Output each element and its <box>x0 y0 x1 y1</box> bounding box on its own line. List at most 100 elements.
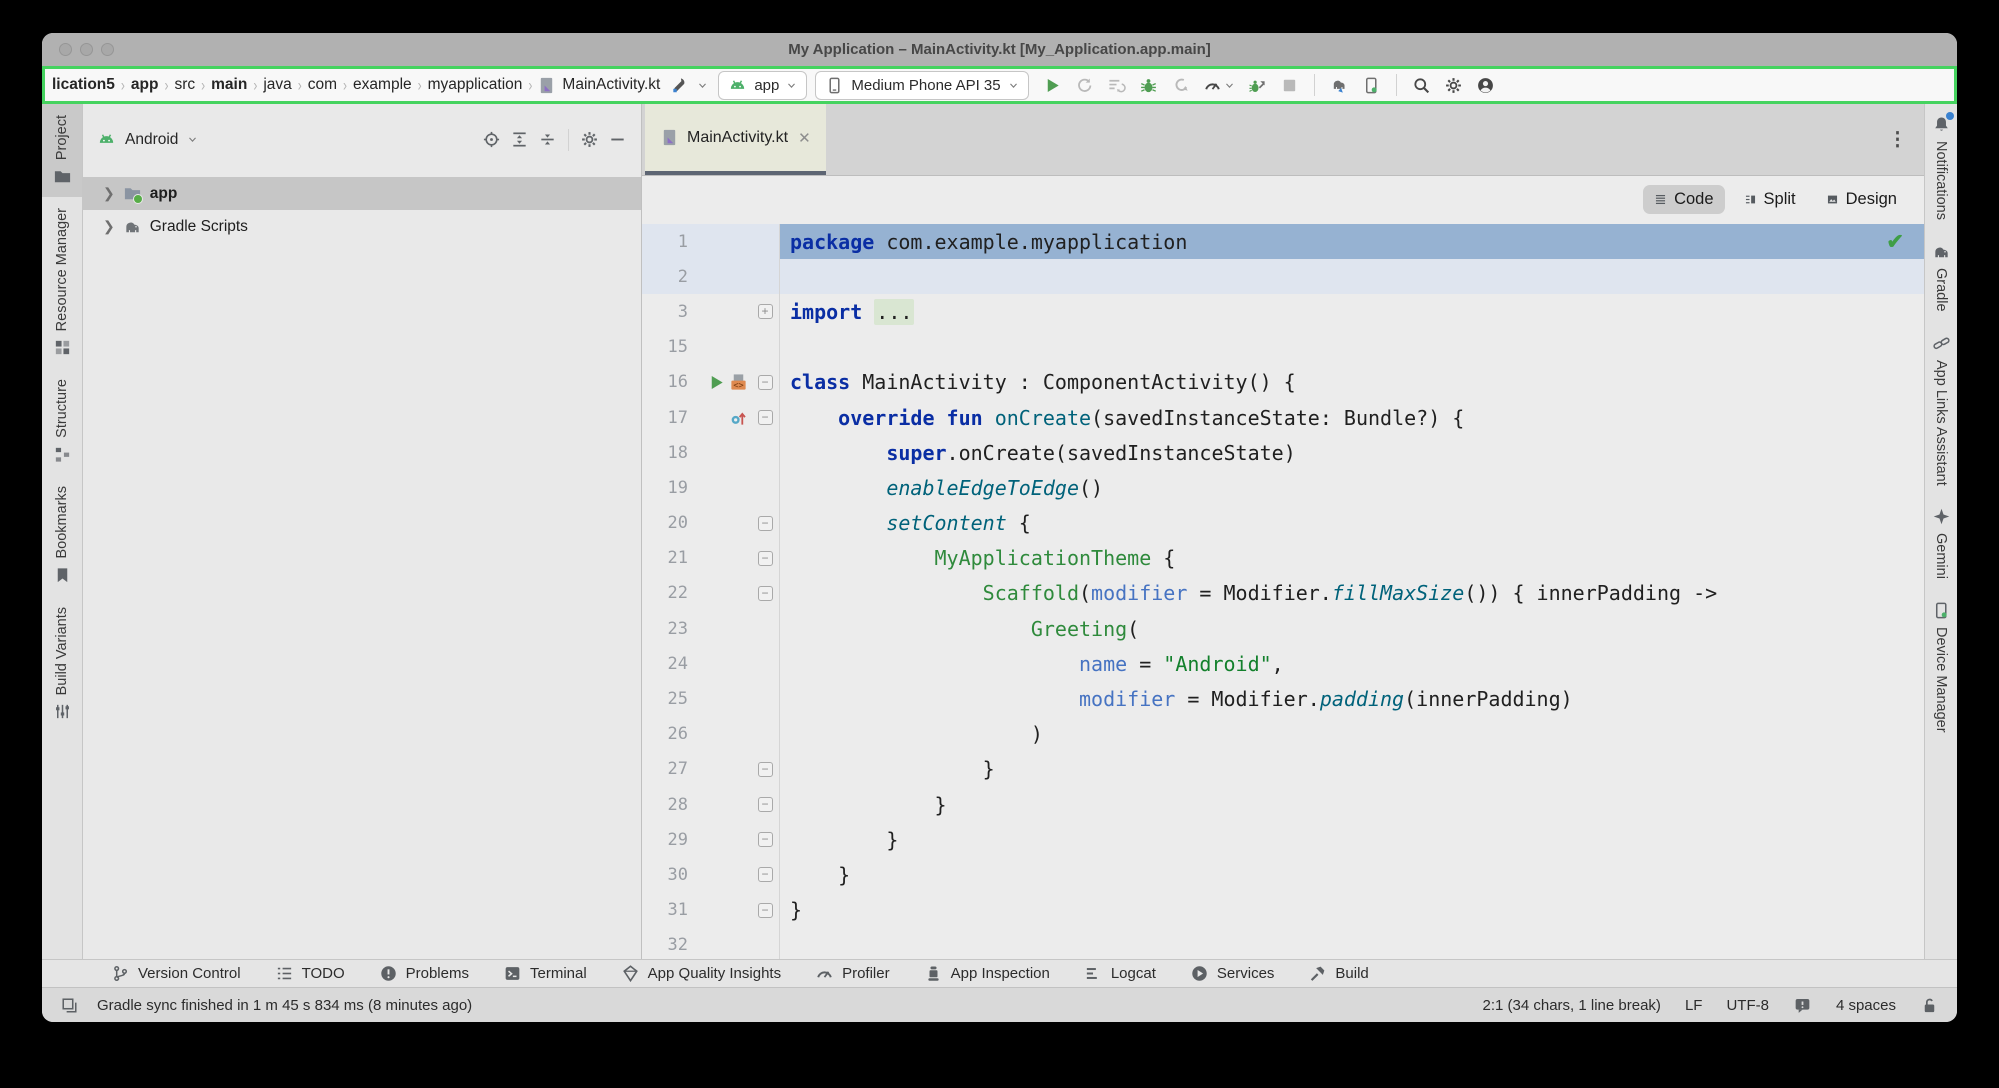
minimize-window-button[interactable] <box>80 43 93 56</box>
line-number[interactable]: 2 <box>642 267 688 287</box>
code-editor[interactable]: CodeSplitDesign 1package com.example.mya… <box>642 176 1924 959</box>
fold-collapse-icon[interactable]: − <box>758 586 773 601</box>
panel-settings-icon[interactable] <box>580 130 599 149</box>
collapse-all-icon[interactable] <box>538 130 557 149</box>
settings-button[interactable] <box>1444 76 1463 95</box>
fold-collapse-icon[interactable]: − <box>758 903 773 918</box>
code-line-22[interactable]: 22− Scaffold(modifier = Modifier.fillMax… <box>642 576 1924 611</box>
line-number[interactable]: 22 <box>642 583 688 603</box>
unlock-icon[interactable] <box>1920 996 1939 1015</box>
line-number[interactable]: 23 <box>642 619 688 639</box>
view-mode-split[interactable]: Split <box>1733 185 1807 214</box>
chevron-right-icon[interactable]: ❯ <box>103 218 115 235</box>
sidebar-tab-gradle[interactable]: Gradle <box>1925 231 1957 323</box>
line-number[interactable]: 3 <box>642 302 688 322</box>
code-line-29[interactable]: 29− } <box>642 822 1924 857</box>
code-line-25[interactable]: 25 modifier = Modifier.padding(innerPadd… <box>642 681 1924 716</box>
tree-row-app[interactable]: ❯app <box>83 177 641 210</box>
breadcrumb-item-app[interactable]: app <box>130 76 160 94</box>
sidebar-tab-notifications[interactable]: Notifications <box>1925 104 1957 231</box>
device-select[interactable]: Medium Phone API 35 <box>815 71 1028 100</box>
breadcrumb-item-java[interactable]: java <box>262 76 292 94</box>
breadcrumb-item-lication5[interactable]: lication5 <box>51 76 116 94</box>
sidebar-tab-structure[interactable]: Structure <box>42 368 82 475</box>
profile-debuggable-button[interactable] <box>1248 76 1267 95</box>
toolwindow-button-profiler[interactable]: Profiler <box>798 960 907 987</box>
zoom-window-button[interactable] <box>101 43 114 56</box>
caret-position[interactable]: 2:1 (34 chars, 1 line break) <box>1483 997 1661 1014</box>
sidebar-tab-device-manager[interactable]: Device Manager <box>1925 590 1957 744</box>
toolwindow-button-terminal[interactable]: Terminal <box>486 960 604 987</box>
sidebar-tab-bookmarks[interactable]: Bookmarks <box>42 475 82 596</box>
indent-setting[interactable]: 4 spaces <box>1836 997 1896 1014</box>
line-number[interactable]: 25 <box>642 689 688 709</box>
line-number[interactable]: 16 <box>642 372 688 392</box>
code-line-23[interactable]: 23 Greeting( <box>642 611 1924 646</box>
toolwindow-button-version-control[interactable]: Version Control <box>94 960 258 987</box>
line-number[interactable]: 21 <box>642 548 688 568</box>
expand-all-icon[interactable] <box>510 130 529 149</box>
tree-row-gradle-scripts[interactable]: ❯Gradle Scripts <box>83 210 641 243</box>
run-button[interactable] <box>1043 76 1062 95</box>
toolwindow-button-build[interactable]: Build <box>1291 960 1385 987</box>
code-line-1[interactable]: 1package com.example.myapplication✔ <box>642 224 1924 259</box>
code-line-24[interactable]: 24 name = "Android", <box>642 646 1924 681</box>
line-number[interactable]: 26 <box>642 724 688 744</box>
view-mode-code[interactable]: Code <box>1643 185 1724 214</box>
search-everywhere-button[interactable] <box>1412 76 1431 95</box>
line-number[interactable]: 29 <box>642 830 688 850</box>
editor-tab-mainactivity[interactable]: MainActivity.kt ✕ <box>645 104 826 175</box>
sidebar-tab-gemini[interactable]: Gemini <box>1925 496 1957 590</box>
line-number[interactable]: 28 <box>642 795 688 815</box>
fold-collapse-icon[interactable]: − <box>758 516 773 531</box>
run-line-icon[interactable] <box>707 373 726 392</box>
notification-bubble-icon[interactable] <box>1793 996 1812 1015</box>
account-button[interactable] <box>1476 76 1495 95</box>
code-line-30[interactable]: 30− } <box>642 857 1924 892</box>
build-picker[interactable] <box>670 76 708 95</box>
inspection-ok-icon[interactable]: ✔ <box>1886 229 1904 254</box>
toolwindow-button-logcat[interactable]: Logcat <box>1067 960 1173 987</box>
toolwindow-button-app-quality-insights[interactable]: App Quality Insights <box>604 960 798 987</box>
device-manager-button[interactable] <box>1362 76 1381 95</box>
code-line-19[interactable]: 19 enableEdgeToEdge() <box>642 470 1924 505</box>
breadcrumb-item-main[interactable]: main <box>210 76 248 94</box>
override-method-icon[interactable] <box>729 408 748 427</box>
breadcrumb-item-file[interactable]: MainActivity.kt <box>537 76 660 95</box>
fold-collapse-icon[interactable]: − <box>758 797 773 812</box>
line-number[interactable]: 17 <box>642 408 688 428</box>
sidebar-tab-resource-manager[interactable]: Resource Manager <box>42 197 82 368</box>
code-line-28[interactable]: 28− } <box>642 787 1924 822</box>
fold-expand-icon[interactable]: + <box>758 304 773 319</box>
sidebar-tab-app-links-assistant[interactable]: App Links Assistant <box>1925 323 1957 497</box>
file-encoding[interactable]: UTF-8 <box>1726 997 1769 1014</box>
fold-collapse-icon[interactable]: − <box>758 762 773 777</box>
toolwindow-button-app-inspection[interactable]: App Inspection <box>907 960 1067 987</box>
hide-panel-icon[interactable] <box>608 130 627 149</box>
sidebar-tab-build-variants[interactable]: Build Variants <box>42 596 82 732</box>
code-line-31[interactable]: 31−} <box>642 893 1924 928</box>
toolwindow-button-todo[interactable]: TODO <box>258 960 362 987</box>
chevron-right-icon[interactable]: ❯ <box>103 185 115 202</box>
breadcrumb-item-src[interactable]: src <box>173 76 196 94</box>
layout-windows-icon[interactable] <box>60 996 79 1015</box>
toolwindow-button-services[interactable]: Services <box>1173 960 1292 987</box>
line-number[interactable]: 30 <box>642 865 688 885</box>
fold-collapse-icon[interactable]: − <box>758 867 773 882</box>
code-line-15[interactable]: 15 <box>642 330 1924 365</box>
line-ending[interactable]: LF <box>1685 997 1703 1014</box>
line-number[interactable]: 24 <box>642 654 688 674</box>
compose-preview-icon[interactable] <box>729 373 748 392</box>
line-number[interactable]: 20 <box>642 513 688 533</box>
fold-collapse-icon[interactable]: − <box>758 832 773 847</box>
gradle-sync-button[interactable] <box>1330 76 1349 95</box>
line-number[interactable]: 15 <box>642 337 688 357</box>
fold-collapse-icon[interactable]: − <box>758 375 773 390</box>
locate-file-icon[interactable] <box>482 130 501 149</box>
line-number[interactable]: 27 <box>642 759 688 779</box>
toolwindow-button-problems[interactable]: Problems <box>362 960 486 987</box>
line-number[interactable]: 1 <box>642 232 688 252</box>
code-line-32[interactable]: 32 <box>642 928 1924 959</box>
tab-options-icon[interactable]: ⋮ <box>1888 128 1908 151</box>
close-window-button[interactable] <box>59 43 72 56</box>
